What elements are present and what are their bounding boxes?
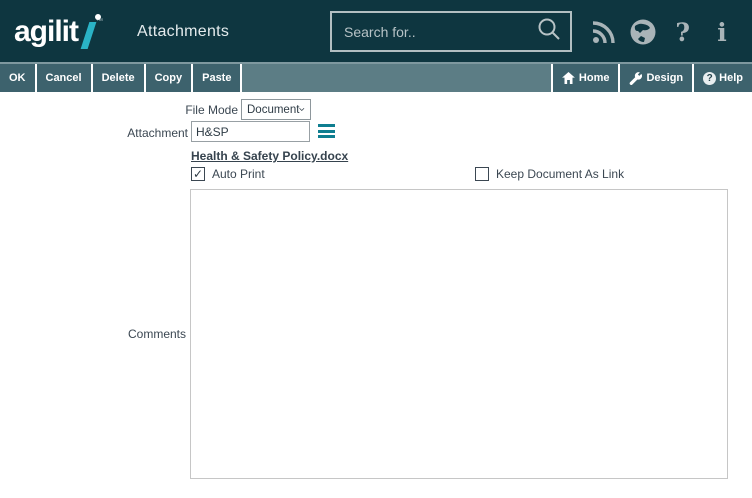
paste-button[interactable]: Paste	[193, 64, 242, 92]
logo-dot	[95, 14, 101, 20]
toolbar: OK Cancel Delete Copy Paste Home Design …	[0, 62, 752, 92]
file-mode-label: File Mode	[130, 103, 238, 117]
attachment-menu-icon[interactable]	[318, 124, 335, 138]
file-mode-value: Document	[247, 104, 299, 116]
delete-button[interactable]: Delete	[93, 64, 146, 92]
keep-document-as-link-checkbox[interactable]: ✓	[475, 167, 489, 181]
app-logo: agilit ™	[14, 10, 103, 54]
question-circle-icon: ?	[703, 72, 716, 85]
wrench-icon	[629, 72, 642, 85]
keep-link-row: ✓ Keep Document As Link	[475, 167, 624, 181]
header-icon-group: ? i	[588, 15, 738, 49]
auto-print-row: ✓ Auto Print	[191, 167, 265, 181]
home-button[interactable]: Home	[551, 64, 621, 92]
help-button[interactable]: ? Help	[694, 64, 752, 92]
keep-document-as-link-label: Keep Document As Link	[496, 167, 624, 181]
search-box[interactable]	[330, 11, 572, 52]
file-mode-select[interactable]: Document	[241, 99, 311, 120]
rss-icon[interactable]	[588, 16, 620, 48]
page-title: Attachments	[137, 23, 229, 41]
help-icon[interactable]: ?	[667, 16, 699, 48]
auto-print-label: Auto Print	[212, 167, 265, 181]
app-header: agilit ™ Attachments	[0, 0, 752, 62]
design-button[interactable]: Design	[620, 64, 694, 92]
info-icon[interactable]: i	[706, 16, 738, 48]
document-link[interactable]: Health & Safety Policy.docx	[191, 149, 348, 163]
search-icon[interactable]	[536, 16, 562, 47]
toolbar-spacer	[242, 64, 550, 92]
search-input[interactable]	[332, 13, 536, 50]
ok-button[interactable]: OK	[0, 64, 37, 92]
chevron-down-icon	[299, 106, 305, 113]
logo-slash-icon	[81, 22, 97, 49]
comments-label: Comments	[80, 327, 186, 341]
home-icon	[562, 72, 575, 84]
logo-text: agilit	[14, 12, 78, 52]
app-window: agilit ™ Attachments	[0, 0, 752, 498]
attachment-input[interactable]	[191, 121, 310, 142]
globe-icon[interactable]	[627, 16, 659, 48]
auto-print-checkbox[interactable]: ✓	[191, 167, 205, 181]
comments-textarea[interactable]	[190, 189, 728, 479]
copy-button[interactable]: Copy	[146, 64, 194, 92]
attachment-label: Attachment	[80, 126, 188, 140]
cancel-button[interactable]: Cancel	[37, 64, 93, 92]
